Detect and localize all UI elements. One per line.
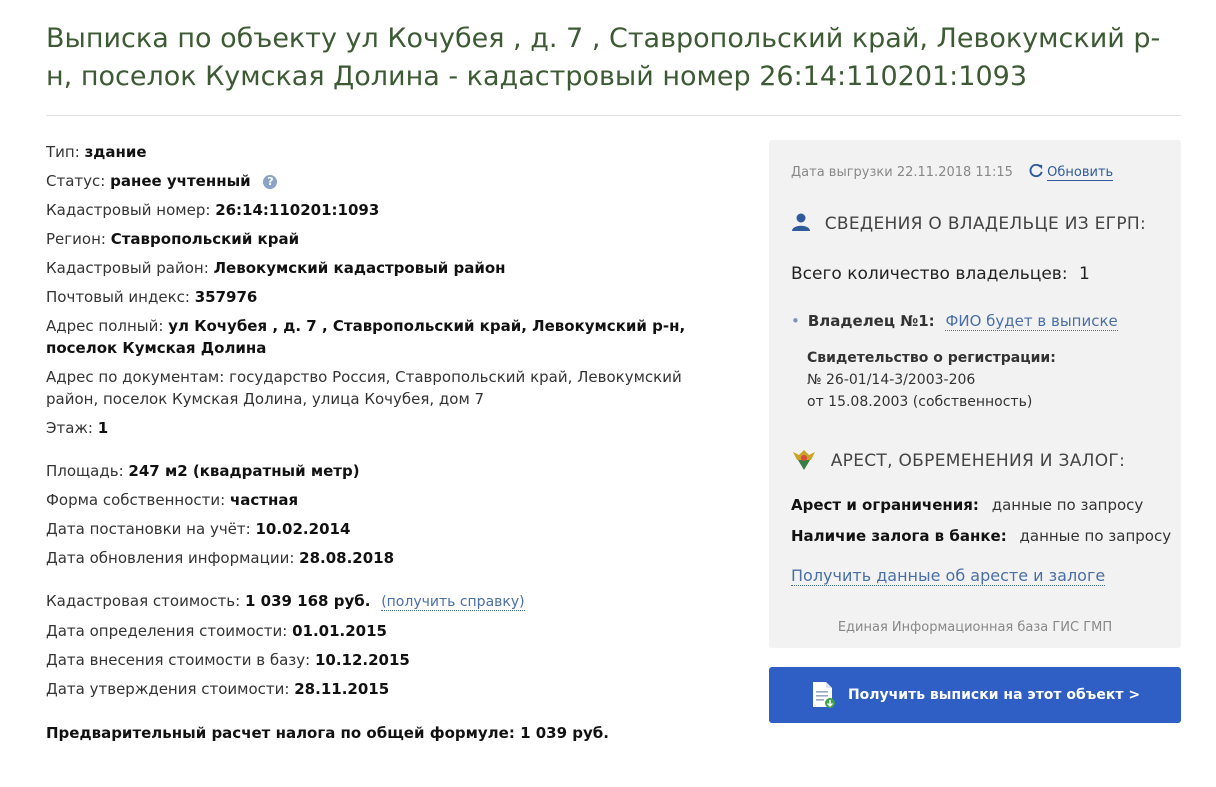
- info-row-reg-date: Дата постановки на учёт: 10.02.2014: [46, 520, 351, 538]
- get-certificate-link[interactable]: (получить справку): [381, 594, 525, 611]
- info-row-cost-entry-date: Дата внесения стоимости в базу: 10.12.20…: [46, 651, 410, 669]
- gis-note: Единая Информационная база ГИС ГМП: [837, 620, 1113, 635]
- info-row-area: Площадь: 247 м2 (квадратный метр): [46, 462, 360, 480]
- info-row-cost-def-date: Дата определения стоимости: 01.01.2015: [46, 622, 387, 640]
- info-row-postal: Почтовый индекс: 357976: [46, 288, 258, 306]
- arrest-row: Арест и ограничения: данные по запросу: [791, 496, 1144, 514]
- page-title: Выписка по объекту ул Кочубея , д. 7 , С…: [46, 23, 1161, 92]
- page: Выписка по объекту ул Кочубея , д. 7 , С…: [0, 0, 1216, 787]
- owner-panel: Дата выгрузки 22.11.2018 11:15 Обновить …: [769, 140, 1181, 648]
- registration-certificate: Свидетельство о регистрации: № 26-01/14-…: [807, 350, 1056, 410]
- info-row-status: Статус: ранее учтенный ?: [46, 170, 736, 192]
- info-row-cost: Кадастровая стоимость: 1 039 168 руб. (п…: [46, 592, 525, 611]
- owner-item: • Владелец №1: ФИО будет в выписке: [791, 312, 1118, 331]
- owner-fio-link[interactable]: ФИО будет в выписке: [945, 312, 1118, 331]
- user-icon: [792, 213, 810, 231]
- info-row-update-date: Дата обновления информации: 28.08.2018: [46, 549, 395, 567]
- info-row-ownership: Форма собственности: частная: [46, 491, 299, 509]
- object-info: Тип: здание Статус: ранее учтенный ? Кад…: [46, 141, 736, 744]
- question-icon[interactable]: ?: [263, 175, 278, 189]
- arrest-heading: АРЕСТ, ОБРЕМЕНЕНИЯ И ЗАЛОГ:: [791, 446, 1125, 472]
- info-row-address-docs: Адрес по документам: государство Россия,…: [46, 368, 682, 408]
- document-icon: [812, 682, 835, 708]
- owners-total: Всего количество владельцев: 1: [791, 264, 1090, 284]
- info-row-cadnum: Кадастровый номер: 26:14:110201:1093: [46, 201, 380, 219]
- refresh-button[interactable]: Обновить: [1029, 163, 1114, 181]
- arrest-data-link[interactable]: Получить данные об аресте и залоге: [791, 566, 1106, 586]
- title-divider: [46, 115, 1181, 116]
- info-row-region: Регион: Ставропольский край: [46, 230, 300, 248]
- emblem-icon: [793, 450, 815, 470]
- pledge-row: Наличие залога в банке: данные по запрос…: [791, 527, 1172, 545]
- info-row-type: Тип: здание: [46, 143, 147, 161]
- export-date: Дата выгрузки 22.11.2018 11:15 Обновить: [791, 163, 1114, 181]
- get-extracts-button[interactable]: Получить выписки на этот объект >: [769, 667, 1181, 723]
- info-row-floor: Этаж: 1: [46, 419, 109, 437]
- info-row-address-full: Адрес полный: ул Кочубея , д. 7 , Ставро…: [46, 317, 686, 357]
- owners-heading: СВЕДЕНИЯ О ВЛАДЕЛЬЦЕ ИЗ ЕГРП:: [791, 212, 1146, 234]
- info-row-district: Кадастровый район: Левокумский кадастров…: [46, 259, 506, 277]
- info-row-cost-approval-date: Дата утверждения стоимости: 28.11.2015: [46, 680, 390, 698]
- refresh-icon: [1029, 163, 1043, 178]
- tax-estimate: Предварительный расчет налога по общей ф…: [46, 724, 609, 742]
